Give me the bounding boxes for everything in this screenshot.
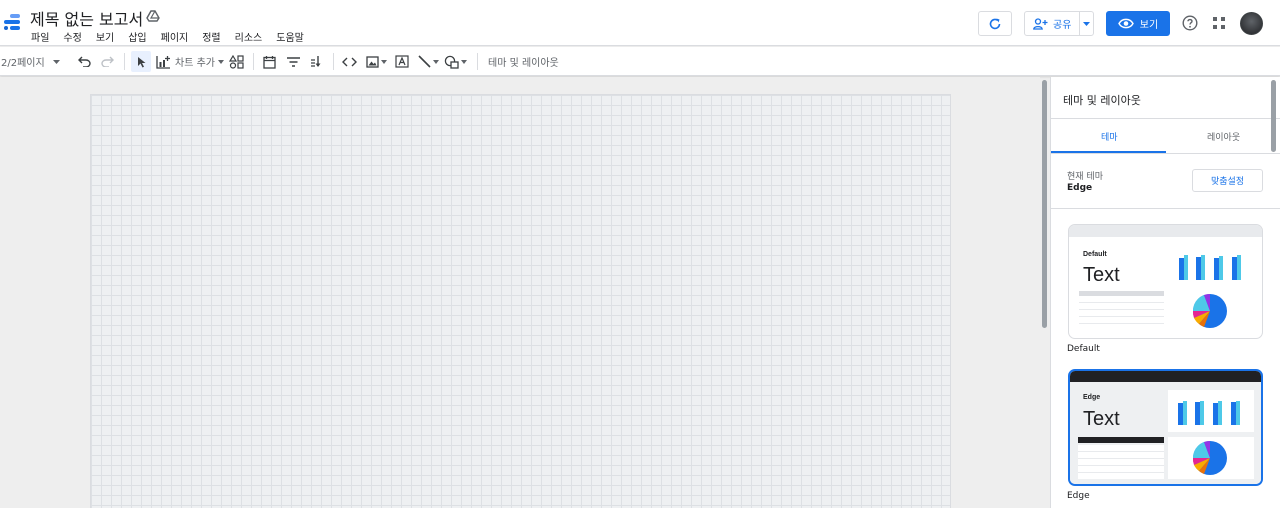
theme-preview-default: Default Text bbox=[1069, 225, 1262, 328]
embed-code-button[interactable] bbox=[342, 51, 357, 72]
tab-divider bbox=[1051, 153, 1280, 154]
menu-edit[interactable]: 수정 bbox=[63, 29, 81, 44]
canvas-area bbox=[0, 77, 1040, 508]
chevron-down-icon bbox=[433, 59, 439, 64]
view-button[interactable]: 보기 bbox=[1106, 11, 1170, 36]
menu-view[interactable]: 보기 bbox=[96, 29, 114, 44]
view-label: 보기 bbox=[1139, 20, 1159, 31]
undo-icon bbox=[78, 56, 91, 67]
add-chart-icon bbox=[156, 55, 170, 69]
theme-name-edge: Edge bbox=[1067, 491, 1090, 501]
image-icon bbox=[366, 55, 379, 68]
menu-page[interactable]: 페이지 bbox=[161, 29, 189, 44]
page-indicator: 2/2페이지 bbox=[1, 58, 45, 69]
chevron-down-icon bbox=[52, 59, 60, 64]
sort-button[interactable] bbox=[310, 51, 322, 72]
tab-layout[interactable]: 레이아웃 bbox=[1207, 130, 1240, 143]
menu-file[interactable]: 파일 bbox=[31, 29, 49, 44]
drive-icon[interactable] bbox=[146, 10, 160, 24]
controls-icon bbox=[229, 54, 244, 69]
theme-card-default[interactable]: Default Text bbox=[1068, 224, 1263, 339]
theme-heading: Edge bbox=[1083, 394, 1100, 401]
panel-divider bbox=[1051, 118, 1280, 119]
redo-button[interactable] bbox=[101, 51, 114, 72]
theme-name-default: Default bbox=[1067, 344, 1100, 354]
panel-divider bbox=[1051, 208, 1280, 209]
line-icon bbox=[418, 55, 431, 68]
cursor-icon bbox=[137, 56, 145, 67]
shape-button[interactable] bbox=[444, 51, 467, 72]
toolbar-divider bbox=[333, 53, 334, 70]
undo-button[interactable] bbox=[78, 51, 91, 72]
add-chart-label: 차트 추가 bbox=[175, 58, 215, 69]
chevron-down-icon bbox=[217, 59, 224, 64]
chevron-down-icon bbox=[1083, 21, 1090, 26]
page-selector[interactable]: 2/2페이지 bbox=[1, 51, 60, 72]
app-header: 제목 없는 보고서 파일 수정 보기 삽입 페이지 정렬 리소스 도움말 공유 bbox=[0, 0, 1280, 46]
select-tool-button[interactable] bbox=[131, 51, 151, 72]
current-theme-label: 현재 테마 bbox=[1067, 172, 1103, 182]
text-box-icon bbox=[395, 55, 409, 68]
theme-sample-text: Text bbox=[1083, 264, 1120, 286]
current-theme-value: Edge bbox=[1067, 183, 1093, 193]
theme-layout-label: 테마 및 레이아웃 bbox=[488, 58, 559, 69]
share-dropdown[interactable] bbox=[1079, 12, 1093, 35]
looker-studio-logo[interactable] bbox=[2, 10, 22, 34]
panel-title: 테마 및 레이아웃 bbox=[1063, 94, 1141, 107]
theme-card-edge[interactable]: Edge Text bbox=[1068, 369, 1263, 486]
refresh-button[interactable] bbox=[978, 11, 1012, 36]
code-icon bbox=[342, 57, 357, 66]
theme-layout-panel: 테마 및 레이아웃 테마 레이아웃 현재 테마 Edge 맞춤설정 Defaul… bbox=[1050, 77, 1280, 508]
filter-icon bbox=[287, 56, 300, 67]
panel-scrollbar[interactable] bbox=[1271, 80, 1276, 152]
chevron-down-icon bbox=[381, 59, 387, 64]
line-button[interactable] bbox=[418, 51, 439, 72]
help-icon[interactable] bbox=[1182, 15, 1198, 31]
theme-sample-text: Text bbox=[1083, 408, 1120, 430]
add-control-button[interactable] bbox=[229, 51, 244, 72]
toolbar-divider bbox=[124, 53, 125, 70]
eye-icon bbox=[1117, 18, 1134, 29]
toolbar-divider bbox=[253, 53, 254, 70]
add-chart-button[interactable]: 차트 추가 bbox=[156, 51, 224, 72]
avatar[interactable] bbox=[1240, 12, 1263, 35]
canvas-scrollbar[interactable] bbox=[1042, 80, 1047, 328]
toolbar: 2/2페이지 차트 추가 테마 및 레이아웃 bbox=[0, 47, 1280, 76]
apps-grid-icon[interactable] bbox=[1213, 17, 1225, 29]
redo-icon bbox=[101, 56, 114, 67]
report-canvas[interactable] bbox=[90, 94, 951, 508]
share-label: 공유 bbox=[1053, 20, 1072, 31]
toolbar-divider bbox=[477, 53, 478, 70]
theme-layout-button[interactable]: 테마 및 레이아웃 bbox=[488, 51, 559, 72]
menu-help[interactable]: 도움말 bbox=[276, 29, 304, 44]
refresh-icon bbox=[989, 18, 1001, 29]
theme-heading: Default bbox=[1083, 251, 1107, 258]
customize-button[interactable]: 맞춤설정 bbox=[1192, 169, 1263, 192]
date-range-button[interactable] bbox=[263, 51, 276, 72]
menu-arrange[interactable]: 정렬 bbox=[202, 29, 220, 44]
text-box-button[interactable] bbox=[395, 51, 409, 72]
add-person-icon bbox=[1033, 17, 1048, 30]
pie-chart-preview bbox=[1192, 440, 1227, 475]
report-title[interactable]: 제목 없는 보고서 bbox=[30, 6, 143, 30]
shapes-icon bbox=[444, 55, 459, 69]
menu-bar: 파일 수정 보기 삽입 페이지 정렬 리소스 도움말 bbox=[31, 29, 318, 44]
menu-resources[interactable]: 리소스 bbox=[235, 29, 263, 44]
image-button[interactable] bbox=[366, 51, 387, 72]
theme-preview-edge: Edge Text bbox=[1070, 371, 1261, 484]
filter-button[interactable] bbox=[287, 51, 300, 72]
share-button[interactable]: 공유 bbox=[1024, 11, 1094, 36]
sort-icon bbox=[311, 55, 321, 67]
menu-insert[interactable]: 삽입 bbox=[128, 29, 146, 44]
chevron-down-icon bbox=[461, 59, 467, 64]
tab-theme[interactable]: 테마 bbox=[1101, 130, 1118, 143]
bar-chart-preview bbox=[1179, 255, 1241, 280]
calendar-icon bbox=[263, 55, 276, 69]
pie-chart-preview bbox=[1192, 293, 1227, 328]
